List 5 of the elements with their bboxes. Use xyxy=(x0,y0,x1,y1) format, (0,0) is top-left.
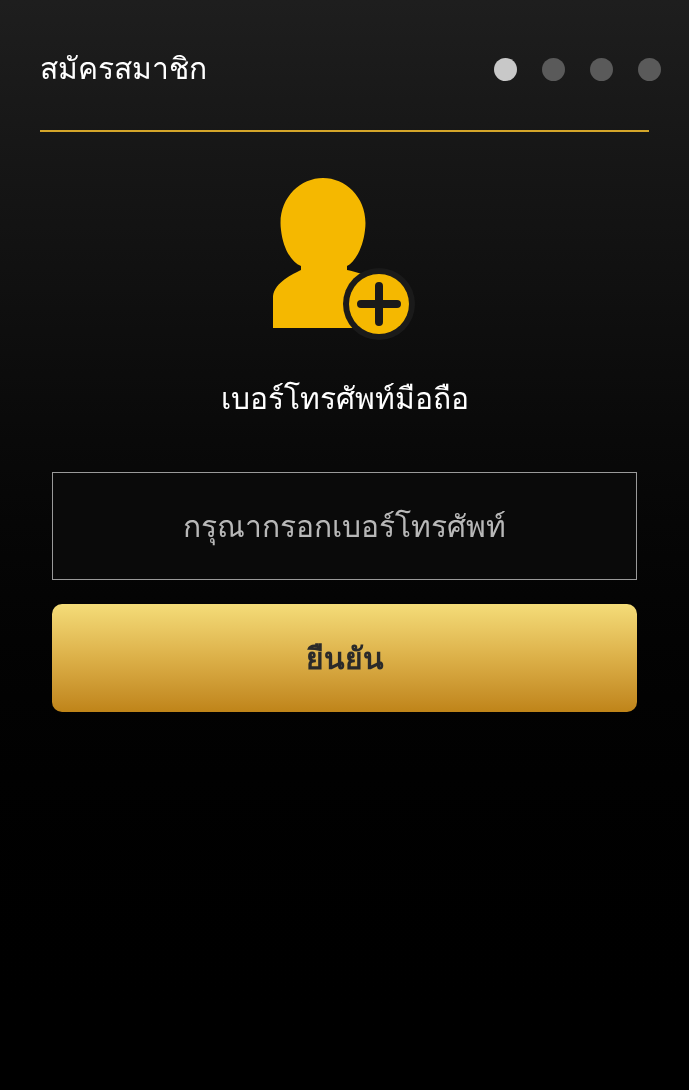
form-heading: เบอร์โทรศัพท์มือถือ xyxy=(220,380,469,418)
phone-input-field[interactable]: กรุณากรอกเบอร์โทรศัพท์ xyxy=(52,472,637,580)
confirm-button[interactable]: ยืนยัน xyxy=(52,604,637,712)
page-title: สมัครสมาชิก xyxy=(40,50,207,88)
add-user-icon xyxy=(272,178,417,342)
